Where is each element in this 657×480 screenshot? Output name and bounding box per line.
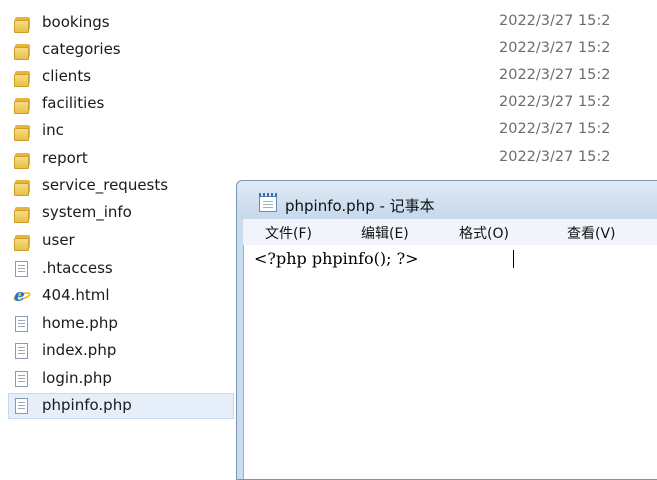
file-icon	[14, 343, 31, 359]
folder-icon	[14, 233, 31, 251]
internet-explorer-icon: e	[12, 286, 32, 306]
notepad-icon	[259, 193, 277, 212]
item-name: home.php	[42, 314, 118, 332]
folder-icon	[14, 205, 31, 223]
folder-icon	[14, 151, 31, 169]
item-name: user	[42, 231, 75, 249]
list-item-clients[interactable]: clients 2022/3/27 15:2	[8, 64, 648, 90]
file-icon	[14, 261, 31, 277]
item-name: phpinfo.php	[42, 396, 132, 414]
editor-content[interactable]: <?php phpinfo(); ?>	[254, 249, 419, 268]
item-name: categories	[42, 40, 121, 58]
item-name: report	[42, 149, 88, 167]
item-date: 2022/3/27 15:2	[499, 121, 611, 137]
folder-icon	[14, 123, 31, 141]
window-title: phpinfo.php - 记事本	[285, 197, 435, 215]
folder-icon	[14, 69, 31, 87]
item-name: service_requests	[42, 176, 169, 194]
file-icon	[14, 398, 31, 414]
item-name: bookings	[42, 13, 110, 31]
item-date: 2022/3/27 15:2	[499, 67, 611, 83]
notepad-window[interactable]: phpinfo.php - 记事本 文件(F) 编辑(E) 格式(O) 查看(V…	[236, 180, 657, 480]
menu-bar: 文件(F) 编辑(E) 格式(O) 查看(V)	[243, 219, 657, 246]
folder-icon	[14, 15, 31, 33]
menu-view[interactable]: 查看(V)	[567, 223, 616, 243]
list-item-facilities[interactable]: facilities 2022/3/27 15:2	[8, 91, 648, 117]
item-name: 404.html	[42, 286, 110, 304]
list-item-bookings[interactable]: bookings 2022/3/27 15:2	[8, 10, 648, 36]
list-item-report[interactable]: report 2022/3/27 15:2	[8, 146, 648, 172]
title-bar[interactable]: phpinfo.php - 记事本	[237, 181, 657, 219]
text-editor[interactable]: <?php phpinfo(); ?>	[243, 245, 657, 479]
item-name: login.php	[42, 369, 112, 387]
menu-file[interactable]: 文件(F)	[265, 223, 312, 243]
file-icon	[14, 371, 31, 387]
list-item-inc[interactable]: inc 2022/3/27 15:2	[8, 118, 648, 144]
text-cursor	[513, 250, 514, 268]
item-name: facilities	[42, 94, 105, 112]
item-date: 2022/3/27 15:2	[499, 40, 611, 56]
item-name: .htaccess	[42, 259, 113, 277]
item-date: 2022/3/27 15:2	[499, 13, 611, 29]
folder-icon	[14, 96, 31, 114]
item-name: inc	[42, 121, 64, 139]
folder-icon	[14, 178, 31, 196]
item-name: index.php	[42, 341, 117, 359]
menu-format[interactable]: 格式(O)	[459, 223, 509, 243]
folder-icon	[14, 42, 31, 60]
item-name: clients	[42, 67, 92, 85]
item-date: 2022/3/27 15:2	[499, 94, 611, 110]
list-item-categories[interactable]: categories 2022/3/27 15:2	[8, 37, 648, 63]
item-date: 2022/3/27 15:2	[499, 149, 611, 165]
file-icon	[14, 316, 31, 332]
menu-edit[interactable]: 编辑(E)	[361, 223, 409, 243]
item-name: system_info	[42, 203, 132, 221]
